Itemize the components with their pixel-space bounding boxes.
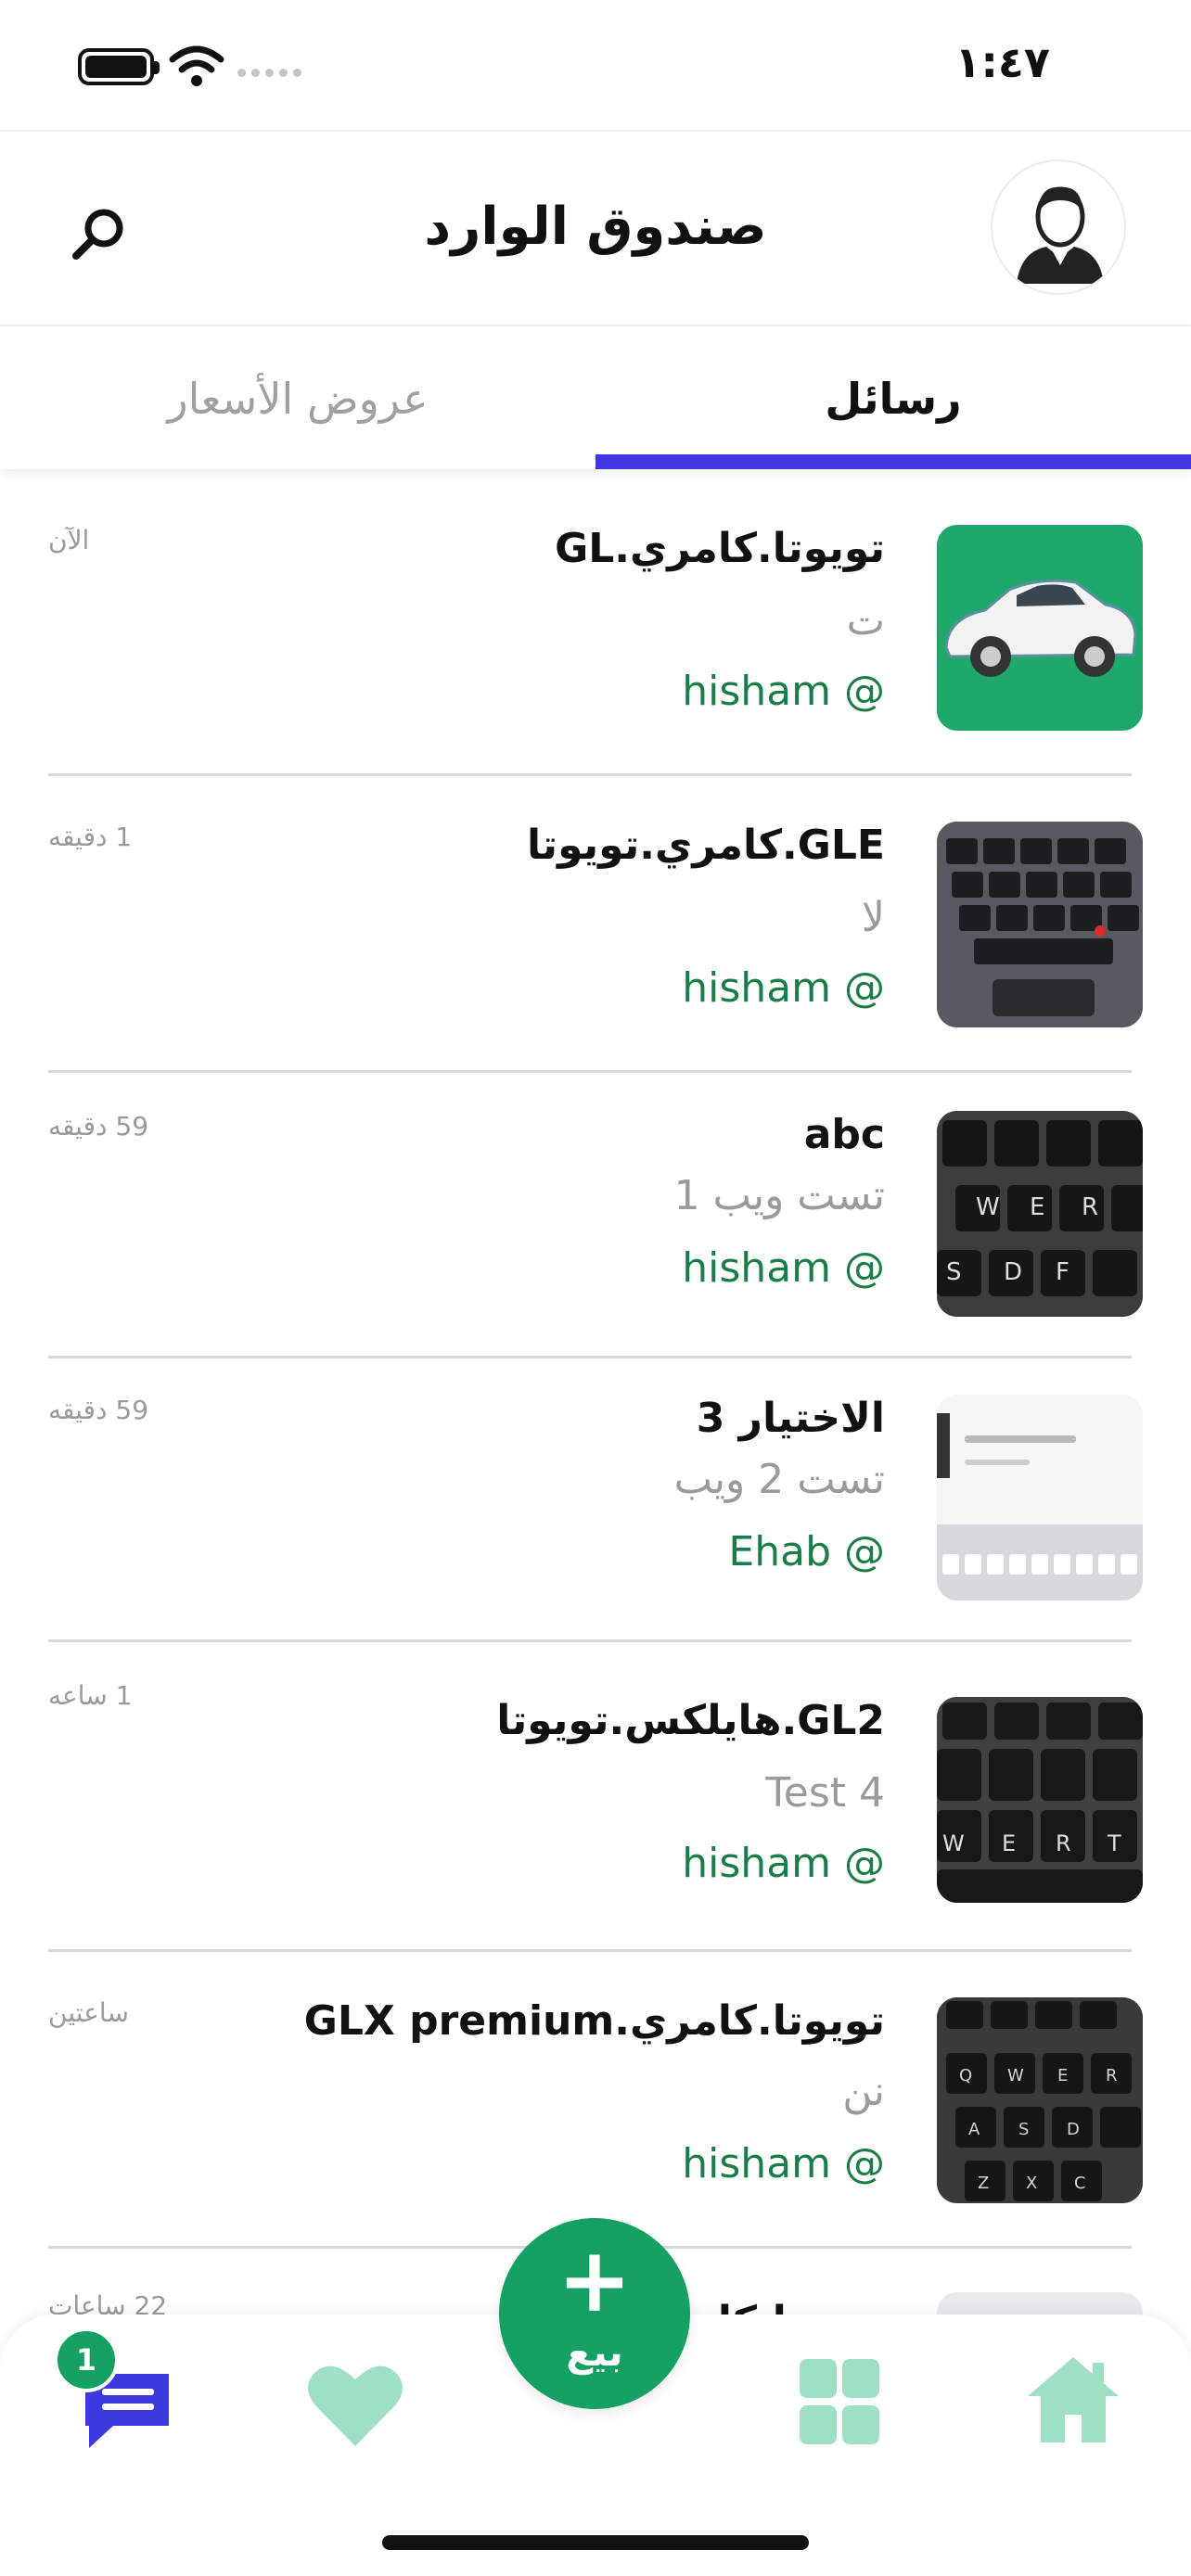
tab-price-offers[interactable]: عروض الأسعار xyxy=(0,326,596,471)
conversation-item[interactable]: تويوتا.كامري.GL ت hisham @ الآن xyxy=(0,469,1191,776)
active-tab-indicator xyxy=(596,454,1191,469)
messages-count-badge: 1 xyxy=(54,2327,119,2392)
sender-name: hisham @ xyxy=(682,1840,885,1887)
svg-text:R: R xyxy=(1056,1830,1071,1856)
conversation-title: الاختيار 3 xyxy=(696,1395,885,1442)
svg-text:E: E xyxy=(1002,1830,1016,1856)
heart-icon[interactable] xyxy=(304,2359,406,2452)
conversation-item[interactable]: Q W E R A S D Z X C تويوتا.كامري.GLX premium نن… xyxy=(0,1949,1191,2249)
message-time: 1 دقيقه xyxy=(48,822,133,852)
home-icon[interactable] xyxy=(1022,2353,1124,2446)
keyboard-image: W E R S D F xyxy=(937,1111,1143,1317)
svg-text:X: X xyxy=(1026,2174,1037,2193)
conversation-title: abc xyxy=(803,1111,885,1158)
svg-text:T: T xyxy=(1107,1830,1121,1856)
signal-icon xyxy=(237,69,301,77)
wifi-icon xyxy=(169,45,224,86)
battery-icon xyxy=(78,48,160,85)
conversation-title: GL2.هايلكس.تويوتا xyxy=(496,1697,885,1744)
svg-text:D: D xyxy=(1004,1258,1022,1286)
listing-thumbnail: W E R S D F xyxy=(937,1111,1143,1317)
sell-button[interactable]: + بيع xyxy=(499,2218,690,2409)
sender-name: hisham @ xyxy=(682,964,885,1012)
sender-name: Ehab @ xyxy=(728,1528,885,1575)
message-preview: تست 2 ويب xyxy=(673,1456,885,1503)
message-time: 59 دقيقه xyxy=(48,1395,149,1425)
tab-bar: رسائل عروض الأسعار xyxy=(0,325,1191,469)
conversation-item[interactable]: الاختيار 3 تست 2 ويب Ehab @ 59 دقيقه xyxy=(0,1346,1191,1642)
sell-button-label: بيع xyxy=(566,2329,623,2375)
message-time: الآن xyxy=(48,525,90,555)
svg-text:E: E xyxy=(1030,1193,1044,1221)
conversation-list[interactable]: تويوتا.كامري.GL ت hisham @ الآن GLE.كامر… xyxy=(0,469,1191,2324)
listing-thumbnail xyxy=(937,1395,1143,1600)
sender-name: hisham @ xyxy=(682,2140,885,2187)
svg-text:S: S xyxy=(1018,2120,1029,2139)
svg-text:F: F xyxy=(1056,1258,1069,1286)
svg-text:W: W xyxy=(942,1830,965,1856)
home-indicator xyxy=(382,2535,809,2550)
listing-thumbnail: Q W E R A S D Z X C xyxy=(937,1997,1143,2203)
svg-text:A: A xyxy=(968,2120,980,2139)
svg-text:E: E xyxy=(1057,2066,1068,2085)
message-time: 1 ساعه xyxy=(48,1680,133,1711)
sender-name: hisham @ xyxy=(682,668,885,715)
message-preview: لا xyxy=(861,894,885,941)
tab-messages[interactable]: رسائل xyxy=(596,326,1191,471)
svg-text:R: R xyxy=(1106,2066,1118,2085)
message-preview: نن xyxy=(842,2068,885,2115)
message-time: 59 دقيقه xyxy=(48,1111,149,1141)
message-preview: Test 4 xyxy=(765,1769,885,1817)
svg-text:W: W xyxy=(976,1193,1000,1221)
plus-icon: + xyxy=(557,2228,633,2332)
status-bar: ١:٤٧ xyxy=(0,0,1191,130)
sender-name: hisham @ xyxy=(682,1244,885,1292)
conversation-title: تويوتا.كامري.GL xyxy=(555,525,885,572)
svg-text:W: W xyxy=(1007,2066,1024,2085)
svg-text:Q: Q xyxy=(959,2066,972,2085)
conversation-title: تويوتا.كامري.GLX premium xyxy=(303,1997,885,2045)
listing-thumbnail xyxy=(937,822,1143,1027)
status-time: ١:٤٧ xyxy=(954,37,1050,87)
car-image xyxy=(944,579,1137,677)
listing-thumbnail xyxy=(937,525,1143,731)
conversation-title: GLE.كامري.تويوتا xyxy=(527,822,885,869)
svg-text:S: S xyxy=(946,1258,962,1286)
message-preview: ت xyxy=(846,597,885,644)
svg-text:C: C xyxy=(1074,2174,1086,2193)
svg-text:D: D xyxy=(1067,2120,1080,2139)
grid-icon[interactable] xyxy=(788,2357,890,2450)
message-time: ساعتين xyxy=(48,1997,129,2028)
user-avatar-icon xyxy=(1017,186,1104,284)
header: صندوق الوارد xyxy=(0,130,1191,325)
conversation-item[interactable]: W E R T GL2.هايلكس.تويوتا Test 4 hisham @ 1… xyxy=(0,1630,1191,1952)
message-preview: تست ويب 1 xyxy=(673,1172,885,1219)
svg-text:Z: Z xyxy=(978,2174,989,2193)
conversation-item[interactable]: GLE.كامري.تويوتا لا hisham @ 1 دقيقه xyxy=(0,766,1191,1073)
listing-thumbnail: WERT xyxy=(937,1697,1143,1903)
keyboard-image: WERT xyxy=(937,1697,1143,1903)
keyboard-image xyxy=(937,822,1143,1027)
keyboard-image: Q W E R A S D Z X C xyxy=(937,1997,1143,2203)
screenshot-image xyxy=(937,1395,1143,1600)
conversation-item[interactable]: W E R S D F abc تست ويب 1 hisham @ 59 دقيقه xyxy=(0,1063,1191,1358)
svg-text:R: R xyxy=(1082,1193,1098,1221)
avatar[interactable] xyxy=(991,159,1126,295)
